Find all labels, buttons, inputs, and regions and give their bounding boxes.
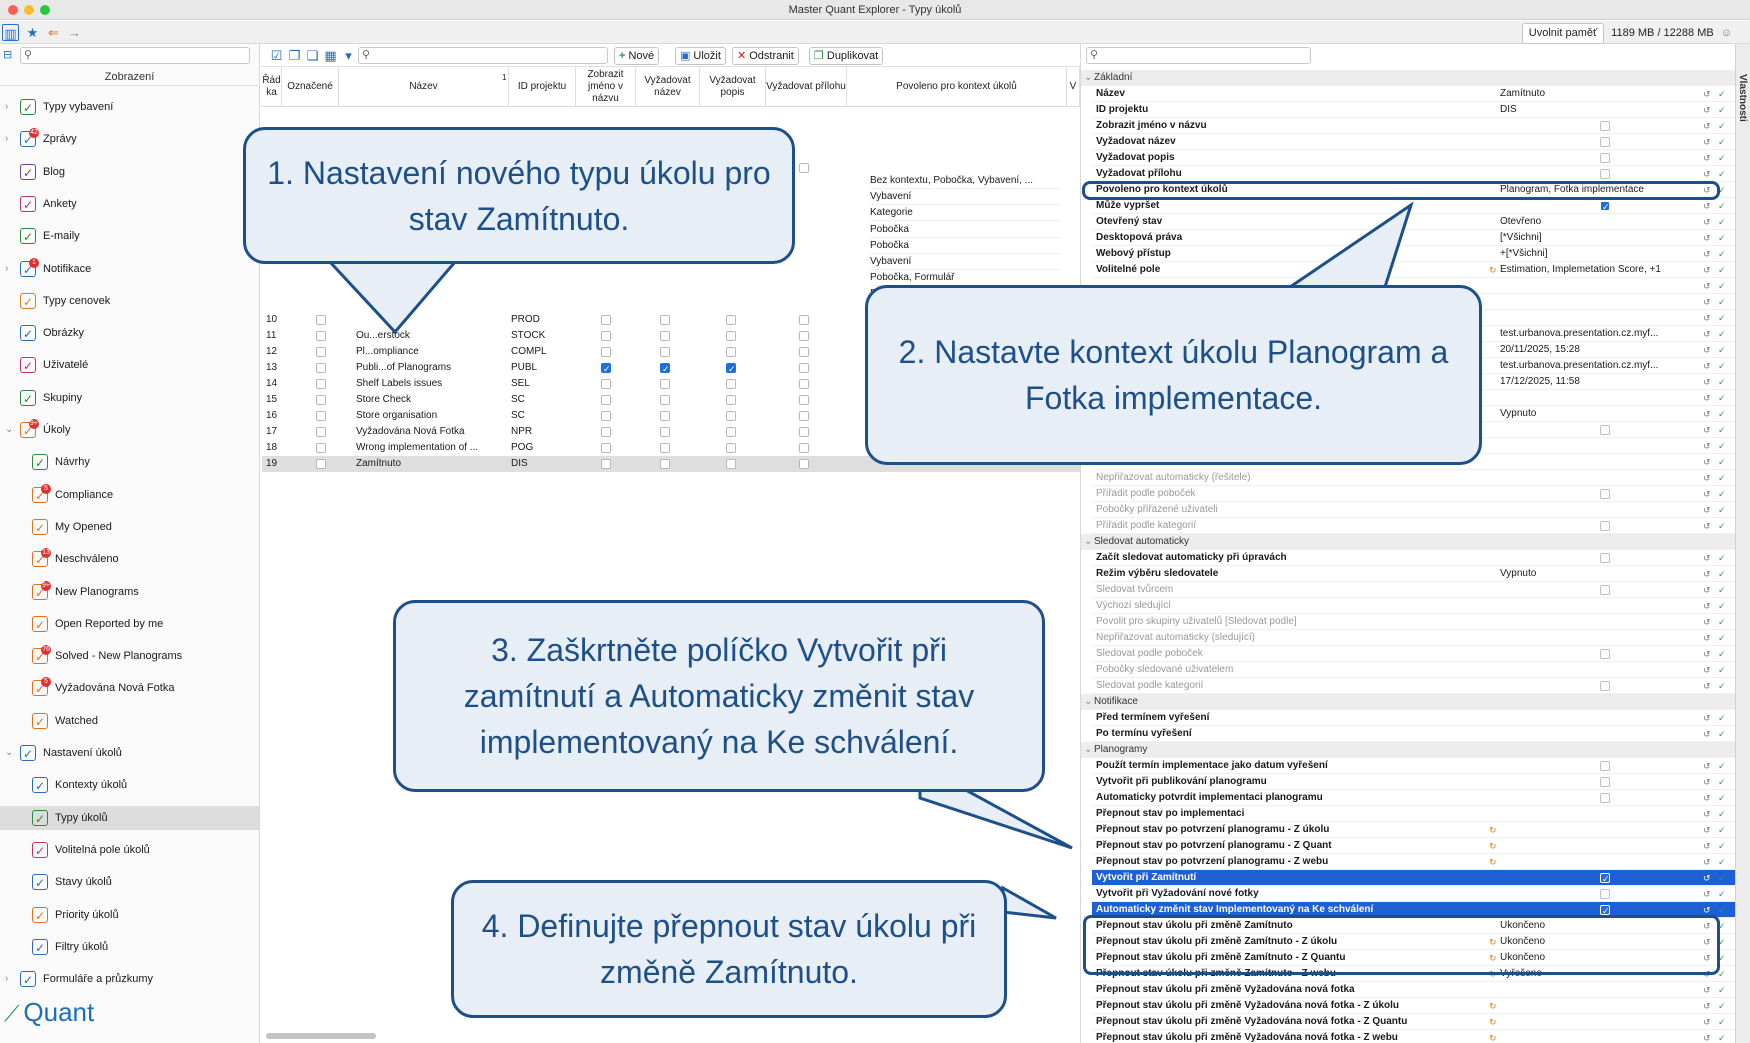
callout-1-tail: [326, 260, 459, 335]
context-row-outline: [1082, 181, 1720, 200]
switch-state-rows-outline: [1083, 915, 1720, 975]
app-window: Master Quant Explorer - Typy úkolů ▥ ★ ⇐…: [0, 0, 1750, 1043]
callout-3: 3. Zaškrtněte políčko Vytvořit při zamít…: [393, 600, 1045, 792]
callout-1: 1. Nastavení nového typu úkolu pro stav …: [243, 127, 795, 264]
callout-2-tail: [1285, 201, 1414, 289]
callout-4: 4. Definujte přepnout stav úkolu při změ…: [451, 880, 1007, 1018]
callout-2: 2. Nastavte kontext úkolu Planogram a Fo…: [865, 285, 1482, 465]
callout-4-tail: [1001, 885, 1057, 920]
